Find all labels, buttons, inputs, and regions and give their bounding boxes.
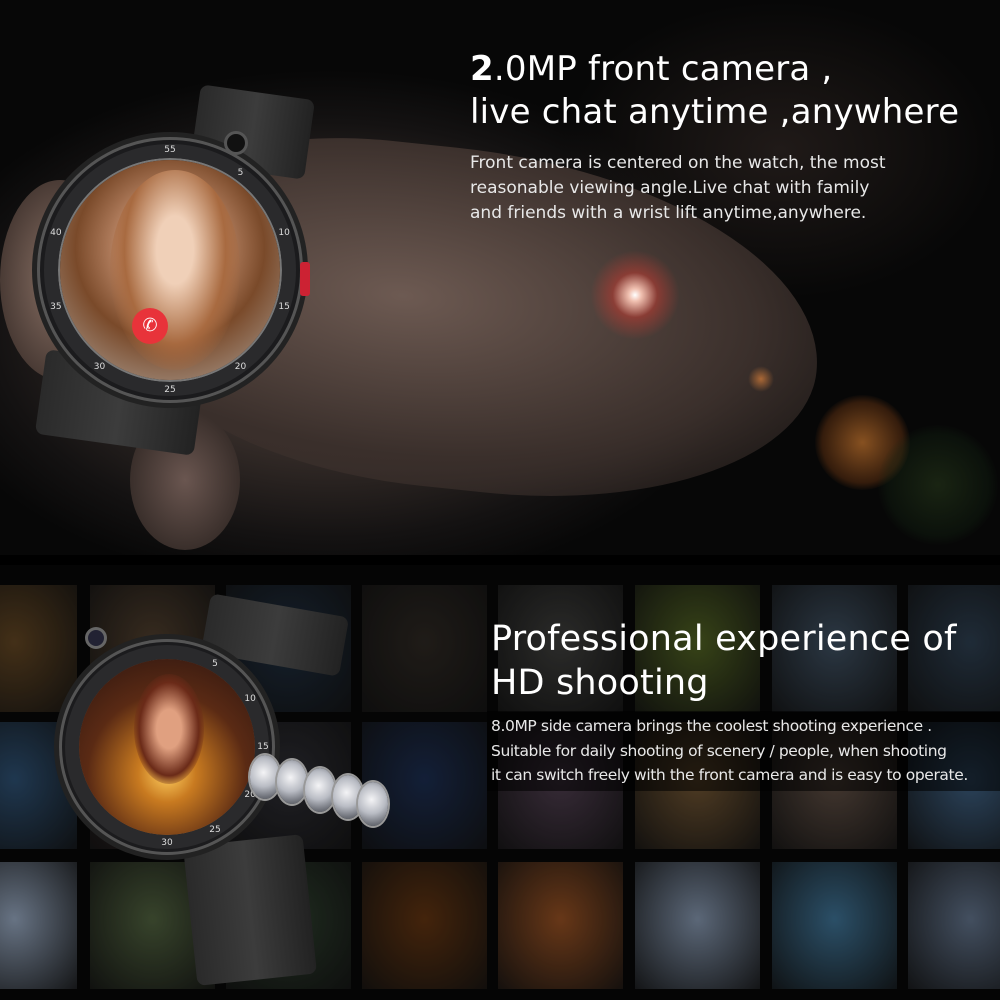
lens-element-icon xyxy=(305,768,335,812)
bokeh-green xyxy=(878,425,998,545)
bezel-number: 15 xyxy=(278,302,290,313)
title-line1: Professional experience of xyxy=(491,619,957,659)
body-line: it can switch freely with the front came… xyxy=(491,766,968,784)
smartwatch-front: ✆ 55 5 10 15 20 25 30 35 40 xyxy=(40,134,300,400)
gallery-photo xyxy=(635,862,760,989)
bezel-number: 10 xyxy=(244,694,256,704)
bokeh-small xyxy=(748,366,774,392)
bezel-number: 40 xyxy=(50,227,62,238)
body-line: Suitable for daily shooting of scenery /… xyxy=(491,741,947,760)
body-line: 8.0MP side camera brings the coolest sho… xyxy=(491,717,932,735)
caller-face xyxy=(110,170,240,370)
bezel-number: 5 xyxy=(237,167,244,178)
front-camera-lens xyxy=(227,134,245,152)
lens-element-icon xyxy=(358,782,388,826)
video-call-screen: ✆ xyxy=(60,160,280,380)
section1-title: 2.0MP front camera , live chat anytime ,… xyxy=(470,48,959,134)
gallery-photo xyxy=(0,585,77,712)
smartwatch-side-camera: 5 10 15 20 25 30 xyxy=(62,642,272,852)
bezel-number: 25 xyxy=(209,825,221,836)
title-line1: .0MP front camera , xyxy=(493,49,833,89)
gallery-photo xyxy=(362,862,487,989)
lens-flare xyxy=(590,250,680,340)
body-line: reasonable viewing angle.Live chat with … xyxy=(470,178,870,198)
bezel-number: 25 xyxy=(164,385,176,395)
gallery-photo xyxy=(772,862,897,989)
title-line2: HD shooting xyxy=(491,663,709,703)
bezel-number: 10 xyxy=(278,227,290,238)
hang-up-button[interactable]: ✆ xyxy=(132,308,168,344)
section1-body: Front camera is centered on the watch, t… xyxy=(470,151,886,226)
bezel-number: 30 xyxy=(161,838,173,848)
crown-button xyxy=(300,262,310,296)
gallery-photo xyxy=(908,862,1000,989)
bezel-number: 15 xyxy=(257,742,269,752)
bezel-number: 35 xyxy=(50,302,62,313)
gallery-photo xyxy=(362,585,487,712)
title-line2: live chat anytime ,anywhere xyxy=(470,92,960,132)
lens-element-icon xyxy=(277,760,307,804)
photo-preview-screen xyxy=(79,659,255,835)
lens-element-icon xyxy=(250,755,280,799)
watch2-strap-bottom xyxy=(183,834,317,986)
section2-title: Professional experience of HD shooting xyxy=(491,617,957,705)
bezel-number: 55 xyxy=(164,145,176,155)
bezel-number: 30 xyxy=(93,362,106,373)
bezel-number: 20 xyxy=(234,362,247,373)
gallery-photo xyxy=(498,862,623,989)
side-camera-lens xyxy=(88,630,104,646)
portrait-subject xyxy=(134,674,204,784)
bezel-number: 5 xyxy=(212,658,218,669)
front-camera-hero: ✆ 55 5 10 15 20 25 30 35 40 2.0MP front camera ,… xyxy=(0,0,1000,555)
body-line: and friends with a wrist lift anytime,an… xyxy=(470,203,867,223)
gallery-photo xyxy=(0,862,77,989)
body-line: Front camera is centered on the watch, t… xyxy=(470,153,886,173)
section2-body: 8.0MP side camera brings the coolest sho… xyxy=(491,714,968,788)
title-number: 2 xyxy=(470,49,494,89)
